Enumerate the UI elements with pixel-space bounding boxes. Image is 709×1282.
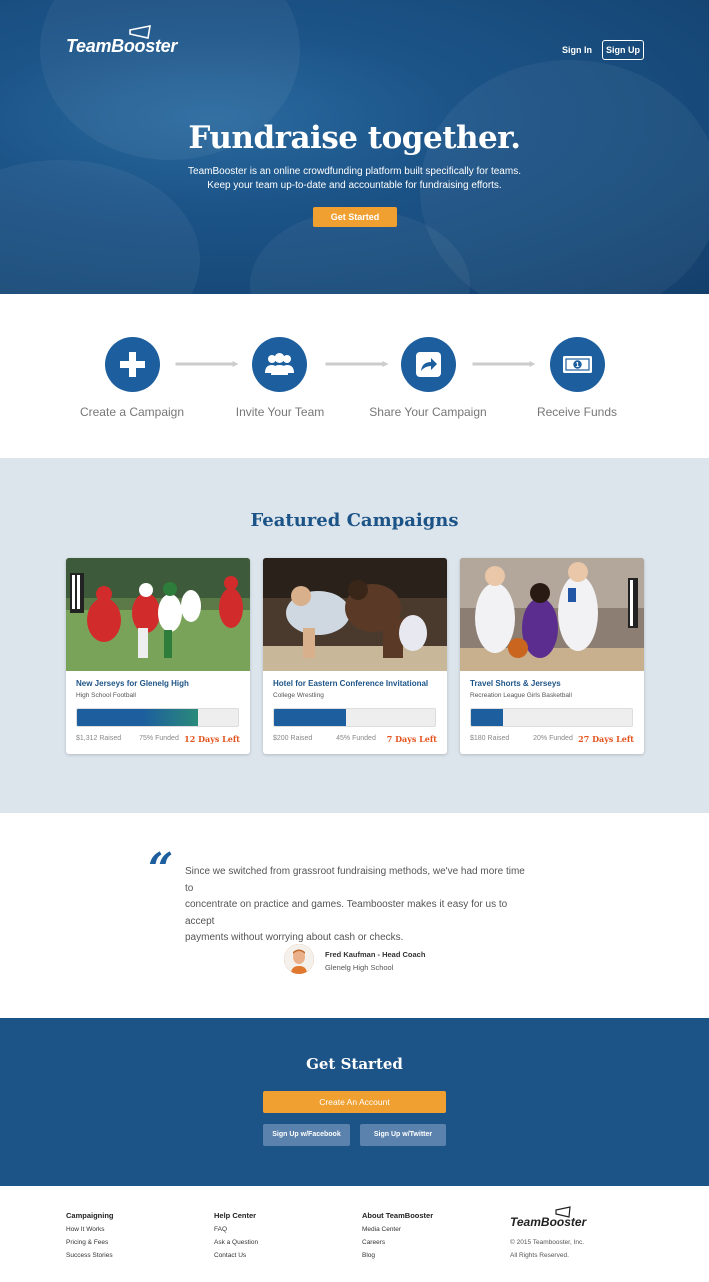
wrestling-photo xyxy=(263,558,447,671)
progress-fill xyxy=(471,709,504,726)
footer-column-campaigning: Campaigning How It Works Pricing & Fees … xyxy=(66,1211,114,1262)
megaphone-logo-icon xyxy=(129,24,151,39)
share-campaign-step xyxy=(401,337,456,392)
create-campaign-step xyxy=(105,337,160,392)
quote-icon: “ xyxy=(148,844,174,895)
testimonial-quote: Since we switched from grassroot fundrai… xyxy=(185,864,535,947)
funding-progress-bar xyxy=(470,708,633,727)
footer-heading: About TeamBooster xyxy=(362,1211,434,1220)
step-label: Share Your Campaign xyxy=(369,405,487,419)
campaign-card[interactable]: New Jerseys for Glenelg High High School… xyxy=(66,558,250,754)
sign-up-button[interactable]: Sign Up xyxy=(602,40,644,60)
coach-portrait xyxy=(284,944,314,974)
create-account-button[interactable]: Create An Account xyxy=(263,1091,446,1113)
twitter-signup-button[interactable]: Sign Up w/Twitter xyxy=(360,1124,446,1146)
days-left: 7 Days Left xyxy=(386,734,437,744)
sign-in-link[interactable]: Sign In xyxy=(560,40,594,60)
footer-link[interactable]: How It Works xyxy=(66,1223,114,1236)
testimonial-author: Fred Kaufman - Head Coach xyxy=(325,950,426,959)
footer-heading: Help Center xyxy=(214,1211,257,1220)
funding-progress-bar xyxy=(273,708,436,727)
campaign-title[interactable]: Hotel for Eastern Conference Invitationa… xyxy=(273,679,428,688)
campaign-team: College Wrestling xyxy=(273,692,324,699)
campaign-team: Recreation League Girls Basketball xyxy=(470,692,572,699)
days-left: 12 Days Left xyxy=(184,734,240,744)
money-icon: 1 xyxy=(563,356,592,373)
logo[interactable]: TeamBooster xyxy=(66,36,177,57)
footer-copyright: © 2015 Teambooster, Inc. All Rights Rese… xyxy=(510,1236,584,1262)
footer-link[interactable]: Blog xyxy=(362,1249,433,1262)
campaign-title[interactable]: Travel Shorts & Jerseys xyxy=(470,679,561,688)
days-left: 27 Days Left xyxy=(578,734,634,744)
percent-funded: 75% Funded xyxy=(139,735,179,742)
campaign-card[interactable]: Travel Shorts & Jerseys Recreation Leagu… xyxy=(460,558,644,754)
progress-fill xyxy=(77,709,198,726)
footer-logo[interactable]: TeamBooster xyxy=(510,1215,586,1229)
footer-link[interactable]: FAQ xyxy=(214,1223,258,1236)
step-label: Receive Funds xyxy=(536,405,618,419)
percent-funded: 45% Funded xyxy=(336,735,376,742)
footer-link[interactable]: Careers xyxy=(362,1236,433,1249)
percent-funded: 20% Funded xyxy=(533,735,573,742)
footer-column-help: Help Center FAQ Ask a Question Contact U… xyxy=(214,1211,258,1262)
quote-line: concentrate on practice and games. Teamb… xyxy=(185,899,508,927)
plus-icon xyxy=(120,352,145,377)
hero-subtitle: TeamBooster is an online crowdfunding pl… xyxy=(188,166,521,177)
team-icon xyxy=(265,353,294,375)
share-icon xyxy=(416,352,441,377)
megaphone-logo-icon xyxy=(555,1206,571,1218)
invite-team-step xyxy=(252,337,307,392)
hero-title: Fundraise together. xyxy=(188,120,521,156)
svg-text:1: 1 xyxy=(576,362,580,369)
quote-line: Since we switched from grassroot fundrai… xyxy=(185,866,525,894)
step-label: Invite Your Team xyxy=(235,405,325,419)
footer-link[interactable]: Success Stories xyxy=(66,1249,114,1262)
campaign-card[interactable]: Hotel for Eastern Conference Invitationa… xyxy=(263,558,447,754)
quote-line: payments without worrying about cash or … xyxy=(185,932,404,943)
campaign-title[interactable]: New Jerseys for Glenelg High xyxy=(76,679,189,688)
testimonial-school: Glenelg High School xyxy=(325,963,394,972)
amount-raised: $1,312 Raised xyxy=(76,735,122,742)
arrow-icon xyxy=(325,361,389,367)
footer-link[interactable]: Media Center xyxy=(362,1223,433,1236)
arrow-icon xyxy=(472,361,536,367)
footer-heading: Campaigning xyxy=(66,1211,114,1220)
arrow-icon xyxy=(175,361,239,367)
footer-link[interactable]: Ask a Question xyxy=(214,1236,258,1249)
hero-subtitle: Keep your team up-to-date and accountabl… xyxy=(207,180,502,191)
amount-raised: $180 Raised xyxy=(470,735,510,742)
featured-campaigns-title: Featured Campaigns xyxy=(250,510,459,531)
avatar xyxy=(284,944,314,974)
football-photo xyxy=(66,558,250,671)
funding-progress-bar xyxy=(76,708,239,727)
footer-link[interactable]: Contact Us xyxy=(214,1249,258,1262)
cta-title: Get Started xyxy=(306,1055,403,1073)
amount-raised: $200 Raised xyxy=(273,735,313,742)
step-label: Create a Campaign xyxy=(79,405,185,419)
copyright-text: © 2015 Teambooster, Inc. xyxy=(510,1239,585,1246)
get-started-button[interactable]: Get Started xyxy=(313,207,397,227)
receive-funds-step: 1 xyxy=(550,337,605,392)
facebook-signup-button[interactable]: Sign Up w/Facebook xyxy=(263,1124,350,1146)
footer-link[interactable]: Pricing & Fees xyxy=(66,1236,114,1249)
progress-fill xyxy=(274,709,347,726)
rights-text: All Rights Reserved. xyxy=(510,1252,569,1259)
campaign-team: High School Football xyxy=(76,692,136,699)
footer-column-about: About TeamBooster Media Center Careers B… xyxy=(362,1211,433,1262)
basketball-photo xyxy=(460,558,644,671)
